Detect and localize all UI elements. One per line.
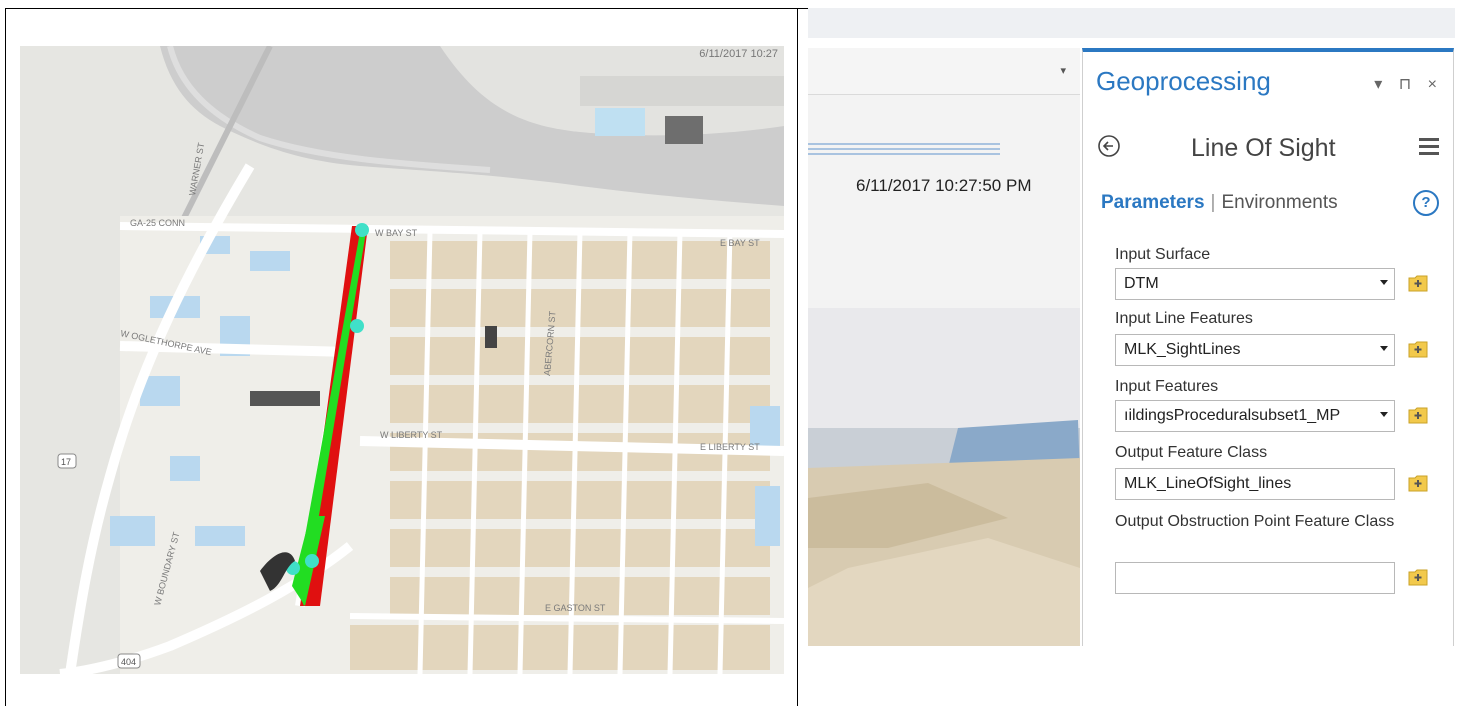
port-area bbox=[580, 76, 784, 106]
dropdown-caret-icon[interactable] bbox=[1380, 412, 1388, 417]
scene-timestamp: 6/11/2017 10:27:50 PM bbox=[856, 176, 1032, 195]
field-value: MLK_SightLines bbox=[1124, 341, 1241, 358]
add-folder-icon[interactable] bbox=[1408, 568, 1428, 586]
param-label: Input Line Features bbox=[1115, 310, 1253, 327]
param-label: Output Obstruction Point Feature Class bbox=[1115, 513, 1395, 530]
tab-environments[interactable]: Environments bbox=[1221, 192, 1337, 213]
toolbar-dropdown-icon[interactable]: ▾ bbox=[1060, 64, 1066, 77]
3d-model-row bbox=[250, 391, 320, 406]
add-folder-icon[interactable] bbox=[1408, 406, 1428, 424]
param-label: Input Surface bbox=[1115, 246, 1211, 263]
input-features-field[interactable]: ıildingsProceduralsubset1_MP bbox=[1115, 400, 1395, 432]
geoprocessing-pane: Geoprocessing ▾ ⊓ × Line Of Sight Parame… bbox=[1082, 48, 1454, 646]
observer-point[interactable] bbox=[305, 554, 319, 568]
scene-view[interactable]: ▾ 6/11/2017 10:27:50 PM bbox=[808, 48, 1080, 646]
street-label: W LIBERTY ST bbox=[380, 430, 443, 440]
sky bbox=[808, 308, 1080, 428]
frame-border-left bbox=[5, 8, 6, 706]
pane-tabs: Parameters | Environments bbox=[1101, 192, 1338, 214]
input-surface-field[interactable]: DTM bbox=[1115, 268, 1395, 300]
scene-toolbar: ▾ bbox=[808, 48, 1080, 95]
map-date-label: 6/11/2017 10:27 bbox=[699, 48, 778, 60]
street-label: E GASTON ST bbox=[545, 603, 606, 613]
param-label: Input Features bbox=[1115, 378, 1219, 395]
input-line-features-field[interactable]: MLK_SightLines bbox=[1115, 334, 1395, 366]
menu-icon[interactable] bbox=[1419, 138, 1439, 156]
dropdown-caret-icon[interactable] bbox=[1380, 346, 1388, 351]
help-icon[interactable]: ? bbox=[1413, 190, 1439, 216]
shield-label: 404 bbox=[121, 657, 136, 667]
pane-window-controls[interactable]: ▾ ⊓ × bbox=[1374, 74, 1443, 94]
time-slider[interactable] bbox=[808, 136, 1003, 160]
dropdown-caret-icon[interactable] bbox=[1380, 280, 1388, 285]
map-graphics: W BAY ST W OGLETHORPE AVE W LIBERTY ST E… bbox=[20, 46, 784, 674]
street-label: E BAY ST bbox=[720, 238, 760, 248]
street-label: E LIBERTY ST bbox=[700, 442, 760, 452]
street-label: GA-25 CONN bbox=[130, 218, 185, 228]
street-label: WARNER ST bbox=[187, 141, 206, 196]
street-label: W BAY ST bbox=[375, 228, 418, 238]
field-value: ıildingsProceduralsubset1_MP bbox=[1124, 407, 1341, 424]
tab-parameters[interactable]: Parameters bbox=[1101, 192, 1205, 213]
frame-divider bbox=[797, 8, 798, 706]
top-strip bbox=[808, 8, 1455, 38]
back-icon[interactable] bbox=[1097, 134, 1121, 158]
add-folder-icon[interactable] bbox=[1408, 474, 1428, 492]
field-value: MLK_LineOfSight_lines bbox=[1124, 475, 1292, 492]
output-obstruction-point-field[interactable] bbox=[1115, 562, 1395, 594]
add-folder-icon[interactable] bbox=[1408, 340, 1428, 358]
pane-title: Geoprocessing bbox=[1096, 66, 1271, 96]
param-label: Output Feature Class bbox=[1115, 444, 1268, 461]
tab-separator: | bbox=[1210, 192, 1216, 213]
3d-model-building bbox=[485, 326, 497, 348]
add-folder-icon[interactable] bbox=[1408, 274, 1428, 292]
field-value: DTM bbox=[1124, 275, 1159, 292]
water-tank bbox=[595, 108, 645, 136]
bridge-tower bbox=[665, 116, 703, 144]
output-feature-class-field[interactable]: MLK_LineOfSight_lines bbox=[1115, 468, 1395, 500]
observer-point[interactable] bbox=[355, 223, 369, 237]
tool-name: Line Of Sight bbox=[1191, 134, 1336, 162]
observer-point[interactable] bbox=[350, 319, 364, 333]
map-view[interactable]: W BAY ST W OGLETHORPE AVE W LIBERTY ST E… bbox=[20, 46, 784, 674]
shield-label: 17 bbox=[61, 457, 71, 467]
